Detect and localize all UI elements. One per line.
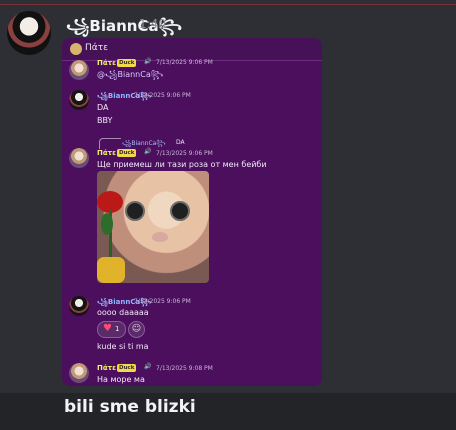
reply-text: DA [176, 139, 185, 146]
embed-header: Пάτε [62, 38, 322, 61]
message-author: Пάτε [97, 59, 117, 67]
pate-avatar [69, 363, 89, 383]
message-line: DA [97, 103, 109, 112]
cat-eye-left [125, 201, 145, 221]
add-reaction-icon[interactable]: ☺ [128, 321, 145, 338]
embed-title: Пάτε [85, 43, 108, 53]
duck-badge: Duck [117, 364, 137, 372]
speaker-icon: 🔊 [144, 148, 152, 155]
reaction-count: 1 [115, 325, 120, 333]
message-time: 7/13/2025 9:06 PM [156, 59, 213, 66]
leaf-icon [101, 213, 113, 235]
embedded-chat-screenshot: Пάτε Пάτε Duck 🔊 7/13/2025 9:06 PM @꧁Bia… [62, 38, 322, 386]
pate-avatar [69, 148, 89, 168]
heart-reaction[interactable]: ♥ 1 [97, 321, 126, 338]
cat-nose [152, 232, 168, 242]
duck-badge: Duck [117, 59, 137, 67]
footer-message: bili sme blizki [64, 397, 196, 417]
message-author: Пάτε [97, 149, 117, 157]
message-text: Ще приемеш ли тази роза от мен бейби [97, 160, 267, 169]
speaker-icon: 🔊 [144, 363, 152, 370]
cat-rose-image [97, 171, 209, 283]
heart-icon: ♥ [103, 323, 112, 334]
cat-eye-right [170, 201, 190, 221]
message-author: Пάτε [97, 364, 117, 372]
speaker-icon: 🔊 [144, 58, 152, 65]
message-time: 7/13/2025 9:06 PM [134, 92, 191, 99]
message-text: На море ма [97, 375, 145, 384]
message-time: 7/13/2025 9:06 PM [134, 298, 191, 305]
message-time: 7/13/2025 9:06 PM [156, 150, 213, 157]
bianca-avatar [69, 90, 89, 110]
hand-icon [97, 257, 125, 283]
message-time: 7/13/2025 9:08 PM [156, 365, 213, 372]
top-divider [0, 4, 456, 5]
duck-badge: Duck [117, 149, 137, 157]
message-text: oooo daaaaa [97, 308, 149, 317]
message-time: 1:40 [139, 17, 166, 31]
bianca-avatar [69, 296, 89, 316]
message-text: kude si ti ma [97, 342, 149, 351]
message-text: @꧁BiannCa꧂ [97, 70, 164, 79]
reply-connector [99, 138, 121, 149]
user-avatar[interactable] [7, 11, 51, 55]
pate-avatar [69, 60, 89, 80]
message-line: BBY [97, 116, 113, 125]
avatar-icon [70, 43, 82, 55]
